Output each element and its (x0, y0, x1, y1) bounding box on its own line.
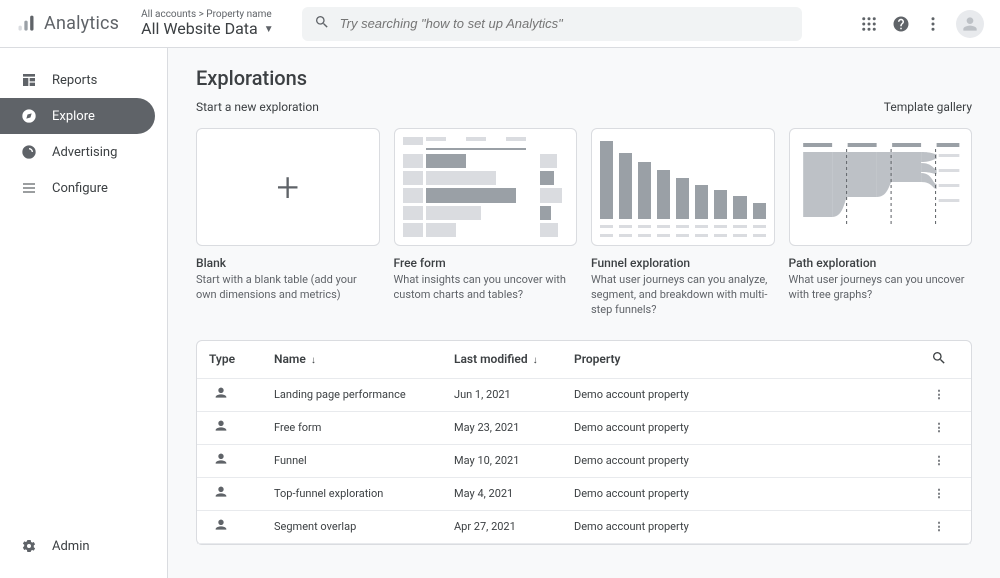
cell-name: Top-funnel exploration (274, 487, 454, 500)
nav-admin[interactable]: Admin (0, 528, 155, 564)
cell-property: Demo account property (574, 487, 919, 500)
nav-configure-label: Configure (52, 181, 108, 196)
owner-icon (213, 451, 229, 470)
page-title: Explorations (196, 66, 972, 90)
owner-icon (213, 418, 229, 437)
cell-name: Free form (274, 421, 454, 434)
cell-name: Landing page performance (274, 388, 454, 401)
row-more-icon[interactable]: ⋮ (919, 388, 959, 401)
table-row[interactable]: Landing page performanceJun 1, 2021Demo … (197, 379, 971, 412)
template-blank-title: Blank (196, 256, 380, 270)
template-blank-desc: Start with a blank table (add your own d… (196, 273, 380, 303)
cell-property: Demo account property (574, 388, 919, 401)
advertising-icon (20, 144, 38, 160)
nav-reports-label: Reports (52, 73, 97, 88)
cell-property: Demo account property (574, 454, 919, 467)
table-row[interactable]: FunnelMay 10, 2021Demo account property⋮ (197, 445, 971, 478)
template-path[interactable] (789, 128, 973, 246)
caret-down-icon: ▼ (264, 24, 274, 35)
plus-icon: + (276, 164, 299, 211)
cell-modified: Apr 27, 2021 (454, 520, 574, 533)
row-more-icon[interactable]: ⋮ (919, 454, 959, 467)
brand-block[interactable]: Analytics (16, 13, 119, 34)
path-illustration (798, 137, 964, 237)
owner-icon (213, 517, 229, 536)
table-row[interactable]: Segment overlapApr 27, 2021Demo account … (197, 511, 971, 544)
app-header: Analytics All accounts > Property name A… (0, 0, 1000, 48)
main-content: Explorations Start a new exploration Tem… (168, 48, 1000, 578)
cell-modified: May 10, 2021 (454, 454, 574, 467)
cell-modified: May 23, 2021 (454, 421, 574, 434)
row-more-icon[interactable]: ⋮ (919, 421, 959, 434)
sidebar: Reports Explore Advertising Configure Ad… (0, 48, 168, 578)
nav-advertising-label: Advertising (52, 145, 117, 160)
th-type[interactable]: Type (209, 352, 274, 366)
template-funnel-title: Funnel exploration (591, 256, 775, 270)
account-picker[interactable]: All accounts > Property name All Website… (141, 9, 274, 38)
owner-icon (213, 484, 229, 503)
cell-name: Segment overlap (274, 520, 454, 533)
more-vert-icon[interactable] (924, 15, 942, 33)
nav-explore[interactable]: Explore (0, 98, 155, 134)
template-cards: + Blank Start with a blank table (add yo… (196, 128, 972, 318)
funnel-illustration (600, 137, 766, 237)
cell-modified: May 4, 2021 (454, 487, 574, 500)
search-box[interactable] (302, 7, 802, 41)
th-name[interactable]: Name↓ (274, 352, 454, 366)
row-more-icon[interactable]: ⋮ (919, 520, 959, 533)
table-search-icon[interactable] (919, 350, 959, 369)
brand-name: Analytics (44, 13, 119, 34)
sort-down-icon: ↓ (533, 355, 538, 366)
template-freeform-title: Free form (394, 256, 578, 270)
cell-property: Demo account property (574, 520, 919, 533)
freeform-illustration (403, 137, 569, 237)
template-blank[interactable]: + (196, 128, 380, 246)
template-freeform-desc: What insights can you uncover with custo… (394, 273, 578, 303)
th-modified[interactable]: Last modified↓ (454, 352, 574, 366)
search-icon (314, 14, 330, 34)
template-freeform[interactable] (394, 128, 578, 246)
cell-modified: Jun 1, 2021 (454, 388, 574, 401)
analytics-logo-icon (16, 14, 36, 34)
th-property[interactable]: Property (574, 352, 919, 366)
subhead: Start a new exploration (196, 100, 319, 114)
nav-advertising[interactable]: Advertising (0, 134, 155, 170)
user-avatar[interactable] (956, 10, 984, 38)
cell-property: Demo account property (574, 421, 919, 434)
template-funnel-desc: What user journeys can you analyze, segm… (591, 273, 775, 318)
explorations-table: Type Name↓ Last modified↓ Property Landi… (196, 340, 972, 545)
template-gallery-link[interactable]: Template gallery (884, 100, 972, 114)
template-path-title: Path exploration (789, 256, 973, 270)
table-row[interactable]: Top-funnel explorationMay 4, 2021Demo ac… (197, 478, 971, 511)
table-header: Type Name↓ Last modified↓ Property (197, 341, 971, 379)
gear-icon (20, 538, 38, 554)
apps-icon[interactable] (860, 15, 878, 33)
nav-explore-label: Explore (52, 109, 95, 124)
sort-down-icon: ↓ (311, 355, 316, 366)
configure-icon (20, 180, 38, 196)
nav-admin-label: Admin (52, 539, 90, 554)
owner-icon (213, 385, 229, 404)
nav-configure[interactable]: Configure (0, 170, 155, 206)
account-value: All Website Data (141, 20, 258, 38)
reports-icon (20, 72, 38, 88)
help-icon[interactable] (892, 15, 910, 33)
nav-reports[interactable]: Reports (0, 62, 155, 98)
template-funnel[interactable] (591, 128, 775, 246)
row-more-icon[interactable]: ⋮ (919, 487, 959, 500)
template-path-desc: What user journeys can you uncover with … (789, 273, 973, 303)
search-input[interactable] (340, 16, 790, 31)
cell-name: Funnel (274, 454, 454, 467)
header-actions (860, 10, 984, 38)
table-row[interactable]: Free formMay 23, 2021Demo account proper… (197, 412, 971, 445)
explore-icon (20, 108, 38, 124)
